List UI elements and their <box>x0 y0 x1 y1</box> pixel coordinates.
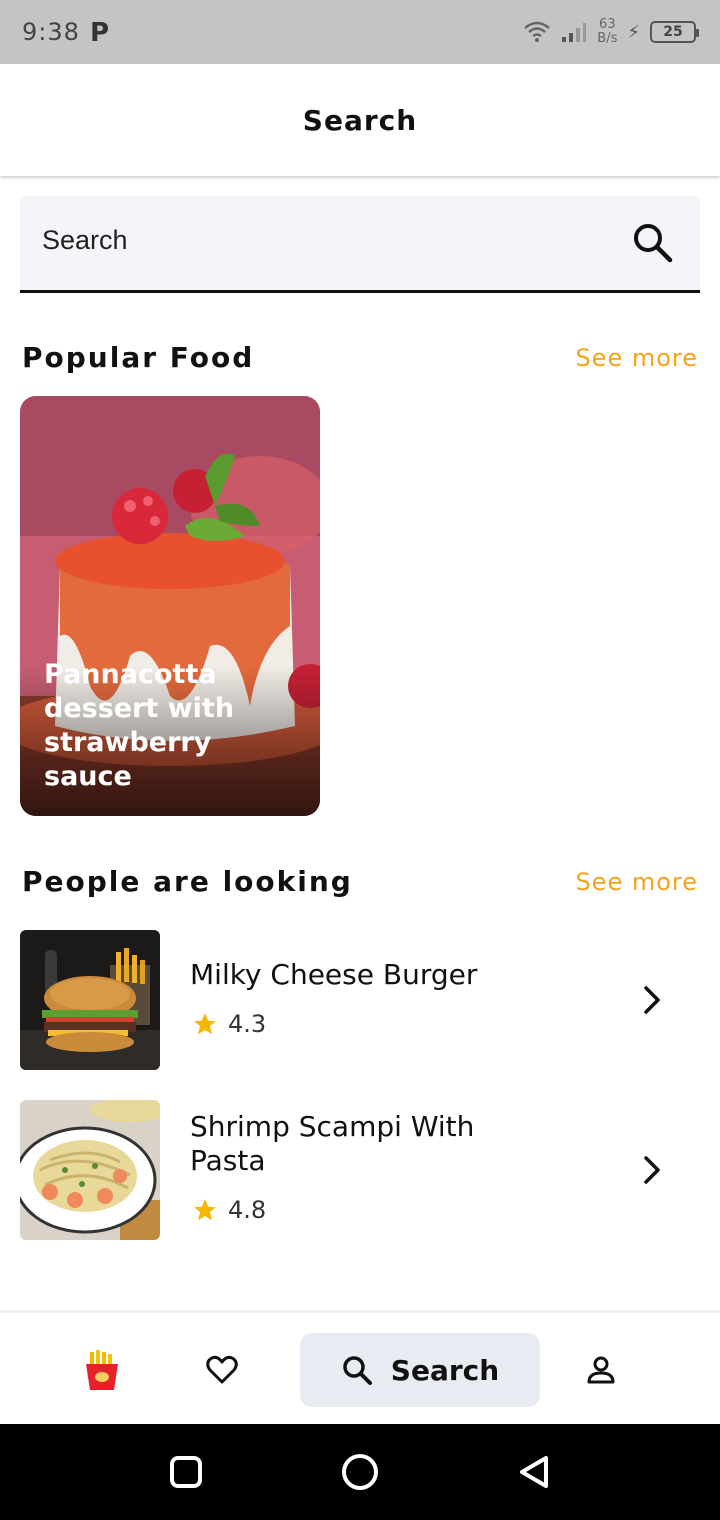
status-icons: 63 B/s ⚡ 25 <box>523 14 699 50</box>
star-icon <box>194 1013 216 1035</box>
popular-food-title: Popular Food <box>22 341 255 374</box>
system-nav-bar <box>0 1424 720 1520</box>
nav-favorites[interactable] <box>192 1333 252 1407</box>
battery-icon: 25 <box>650 21 699 43</box>
bottom-nav: Search <box>0 1310 720 1424</box>
item-rating: 4.8 <box>192 1196 266 1224</box>
chevron-right-icon[interactable] <box>634 1152 670 1188</box>
status-time: 9:38 <box>22 18 80 46</box>
star-icon <box>194 1199 216 1221</box>
charging-icon: ⚡ <box>627 21 640 43</box>
user-icon <box>587 1356 615 1384</box>
search-icon <box>343 1356 372 1385</box>
search-field[interactable] <box>20 196 700 293</box>
circle-icon[interactable] <box>338 1450 382 1494</box>
search-input[interactable] <box>42 216 602 264</box>
fries-icon <box>86 1350 118 1390</box>
chevron-right-icon[interactable] <box>634 982 670 1018</box>
people-looking-title: People are looking <box>22 865 353 898</box>
nav-home[interactable] <box>72 1333 132 1407</box>
item-name: Milky Cheese Burger <box>190 958 478 991</box>
popular-see-more-link[interactable]: See more <box>575 344 698 372</box>
back-triangle-icon[interactable] <box>512 1450 556 1494</box>
search-icon[interactable] <box>630 220 674 264</box>
heart-icon <box>206 1355 238 1384</box>
looking-see-more-link[interactable]: See more <box>575 868 698 896</box>
network-speed: 63 B/s <box>597 18 617 46</box>
nav-search-label: Search <box>390 1353 500 1387</box>
food-card-title: Pannacotta dessert with strawberry sauce <box>44 659 235 792</box>
speed-unit: B/s <box>597 31 618 46</box>
parking-app-icon: P <box>90 18 110 48</box>
item-name: Shrimp Scampi With Pasta <box>190 1110 475 1177</box>
shrimp-pasta-image <box>20 1100 160 1240</box>
app-header: Search <box>0 64 720 176</box>
speed-value: 63 <box>599 17 616 32</box>
page-title: Search <box>302 103 418 137</box>
popular-food-card[interactable]: Pannacotta dessert with strawberry sauce <box>20 396 320 816</box>
status-bar: 9:38 P 63 B/s ⚡ 25 <box>0 0 720 64</box>
burger-image <box>20 930 160 1070</box>
wifi-icon <box>524 21 551 42</box>
signal-icon <box>562 23 587 42</box>
list-item[interactable]: Milky Cheese Burger 4.3 <box>20 930 700 1070</box>
rating-value: 4.8 <box>228 1196 267 1224</box>
nav-profile[interactable] <box>571 1333 631 1407</box>
item-rating: 4.3 <box>192 1010 266 1038</box>
list-item[interactable]: Shrimp Scampi With Pasta 4.8 <box>20 1100 700 1240</box>
rating-value: 4.3 <box>228 1010 267 1038</box>
nav-search[interactable]: Search <box>300 1333 540 1407</box>
square-icon[interactable] <box>164 1450 208 1494</box>
